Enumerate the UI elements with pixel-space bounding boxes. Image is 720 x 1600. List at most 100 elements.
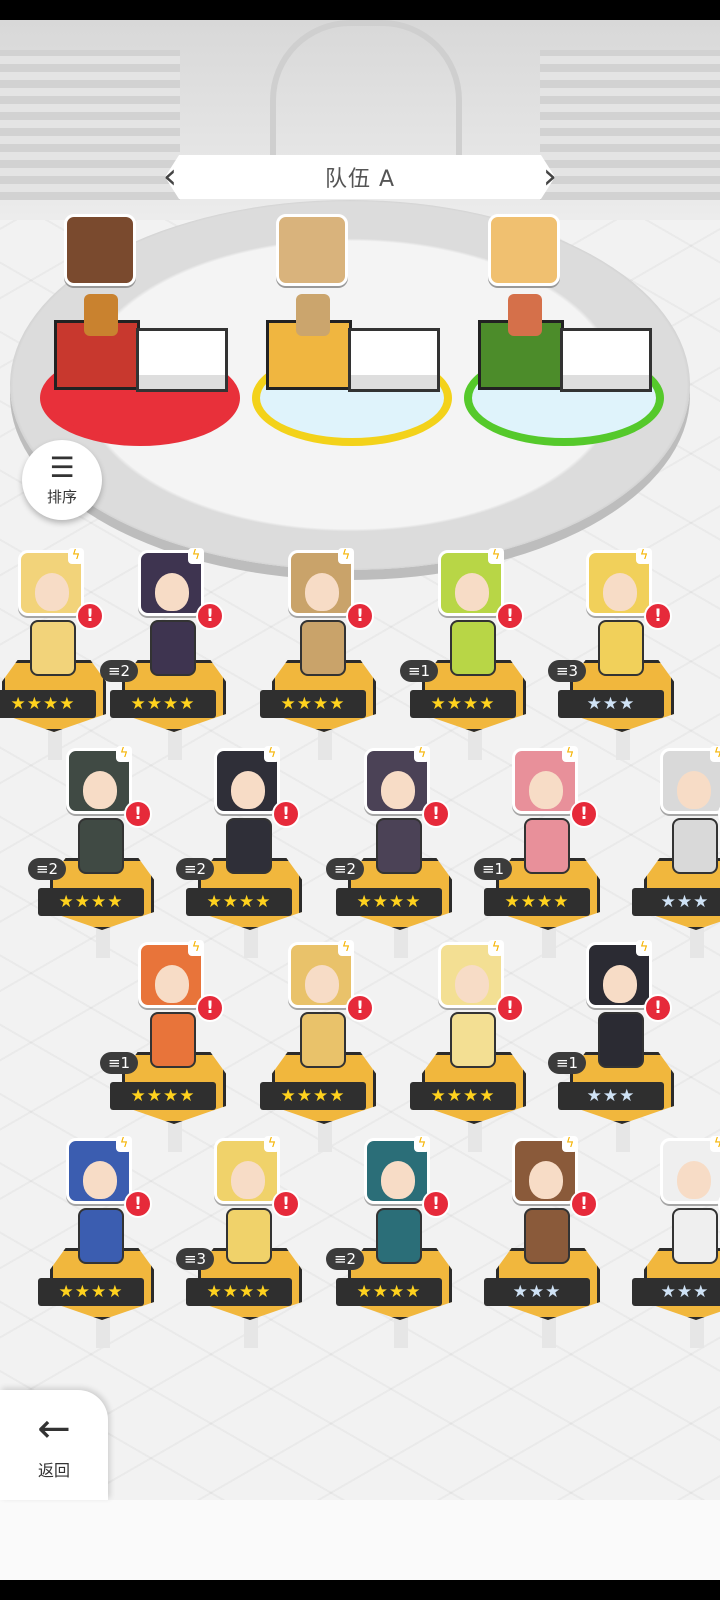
lightning-icon: ϟ [188, 548, 204, 564]
hero-star-rating: ★★★★ [38, 1278, 144, 1306]
hero-face [603, 965, 637, 1003]
chevron-right-icon[interactable]: › [538, 155, 562, 199]
lightning-icon: ϟ [710, 1136, 720, 1152]
hero-sprite [376, 1208, 422, 1264]
hero-star-rating: ★★★★ [410, 1082, 516, 1110]
hero-face [529, 771, 563, 809]
hero-star-rating: ★★★★ [410, 690, 516, 718]
hero-star-rating: ★★★★ [186, 1278, 292, 1306]
hero-star-rating: ★★★★ [110, 1082, 216, 1110]
hero-card[interactable]: ★★★★ ϟ ! ≡2 [326, 1136, 466, 1348]
arrow-left-icon: ← [37, 1406, 71, 1452]
leader-portrait [276, 214, 348, 286]
alert-icon: ! [196, 602, 224, 630]
hero-star-rating: ★★★★ [260, 1082, 366, 1110]
team-slot-3[interactable] [464, 210, 664, 470]
hero-sprite [78, 1208, 124, 1264]
alert-icon: ! [570, 800, 598, 828]
hero-sprite [30, 620, 76, 676]
lightning-icon: ϟ [562, 746, 578, 762]
hero-card[interactable]: ★★★ ϟ ! ≡1 [548, 940, 688, 1152]
hero-star-rating: ★★★★ [336, 888, 442, 916]
back-button[interactable]: ← 返回 [0, 1390, 108, 1500]
hero-face [529, 1161, 563, 1199]
hero-sprite [226, 1208, 272, 1264]
lightning-icon: ϟ [116, 1136, 132, 1152]
hero-sprite [376, 818, 422, 874]
hero-star-rating: ★★★ [632, 1278, 720, 1306]
hero-face [155, 965, 189, 1003]
hero-face [83, 1161, 117, 1199]
hero-star-rating: ★★★ [558, 1082, 664, 1110]
background-stairs-right [540, 50, 720, 200]
lightning-icon: ϟ [710, 746, 720, 762]
hero-star-rating: ★★★★ [260, 690, 366, 718]
hero-star-rating: ★★★★ [484, 888, 590, 916]
hero-face [677, 771, 711, 809]
slot-block-empty [136, 328, 228, 392]
hero-face [381, 1161, 415, 1199]
hero-face [455, 965, 489, 1003]
lightning-icon: ϟ [636, 940, 652, 956]
alert-icon: ! [272, 1190, 300, 1218]
hero-card[interactable]: ★★★★ ϟ ! ≡1 [100, 940, 240, 1152]
hero-sprite [672, 818, 718, 874]
alert-icon: ! [422, 1190, 450, 1218]
hero-star-rating: ★★★★ [110, 690, 216, 718]
hero-dupe-badge: ≡2 [326, 858, 364, 880]
alert-icon: ! [496, 994, 524, 1022]
hero-card[interactable]: ★★★★ ϟ ! ≡2 [28, 746, 168, 958]
hero-card[interactable]: ★★★★ ϟ ! ≡2 [176, 746, 316, 958]
lightning-icon: ϟ [264, 746, 280, 762]
hero-card[interactable]: ★★★★ ϟ ! ≡1 [474, 746, 614, 958]
hero-dupe-badge: ≡2 [176, 858, 214, 880]
alert-icon: ! [124, 800, 152, 828]
sort-button[interactable]: ☰ 排序 [22, 440, 102, 520]
hero-card[interactable]: ★★★★ ϟ ! [260, 548, 390, 760]
hero-card[interactable]: ★★★★ ϟ ! ≡1 [400, 548, 540, 760]
hero-face [155, 573, 189, 611]
hero-card[interactable]: ★★★★ ϟ ! ≡2 [100, 548, 240, 760]
alert-icon: ! [496, 602, 524, 630]
chevron-left-icon[interactable]: ‹ [158, 155, 182, 199]
lightning-icon: ϟ [414, 1136, 430, 1152]
hero-face [455, 573, 489, 611]
leader-portrait [488, 214, 560, 286]
hero-card[interactable]: ★★★★ ϟ ! [38, 1136, 168, 1348]
hero-card[interactable]: ★★★★ ϟ ! [260, 940, 390, 1152]
hero-card[interactable]: ★★★★ ϟ ! ≡3 [176, 1136, 316, 1348]
hero-sprite [300, 1012, 346, 1068]
hero-sprite [672, 1208, 718, 1264]
hero-face [677, 1161, 711, 1199]
hero-sprite [450, 620, 496, 676]
hero-face [83, 771, 117, 809]
hero-sprite [300, 620, 346, 676]
hero-card[interactable]: ★★★ ϟ ! [632, 746, 720, 958]
hero-face [305, 965, 339, 1003]
hero-card[interactable]: ★★★★ ϟ ! [0, 548, 120, 760]
hero-face [231, 771, 265, 809]
hero-sprite [78, 818, 124, 874]
team-slot-1[interactable] [40, 210, 240, 470]
sort-label: 排序 [46, 487, 77, 506]
alert-icon: ! [346, 602, 374, 630]
alert-icon: ! [644, 602, 672, 630]
hero-face [305, 573, 339, 611]
hero-sprite [226, 818, 272, 874]
hero-card[interactable]: ★★★ ϟ ! [484, 1136, 614, 1348]
lightning-icon: ϟ [68, 548, 84, 564]
hero-dupe-badge: ≡1 [548, 1052, 586, 1074]
hero-card[interactable]: ★★★ ϟ ! [632, 1136, 720, 1348]
leader-sprite [508, 294, 542, 336]
background-stairs-left [0, 50, 180, 200]
lightning-icon: ϟ [636, 548, 652, 564]
lightning-icon: ϟ [264, 1136, 280, 1152]
lightning-icon: ϟ [188, 940, 204, 956]
hero-face [231, 1161, 265, 1199]
hero-card[interactable]: ★★★ ϟ ! ≡3 [548, 548, 688, 760]
lightning-icon: ϟ [562, 1136, 578, 1152]
team-banner: 队伍 A [165, 155, 555, 199]
hero-card[interactable]: ★★★★ ϟ ! [410, 940, 540, 1152]
team-slot-2[interactable] [252, 210, 452, 470]
hero-card[interactable]: ★★★★ ϟ ! ≡2 [326, 746, 466, 958]
